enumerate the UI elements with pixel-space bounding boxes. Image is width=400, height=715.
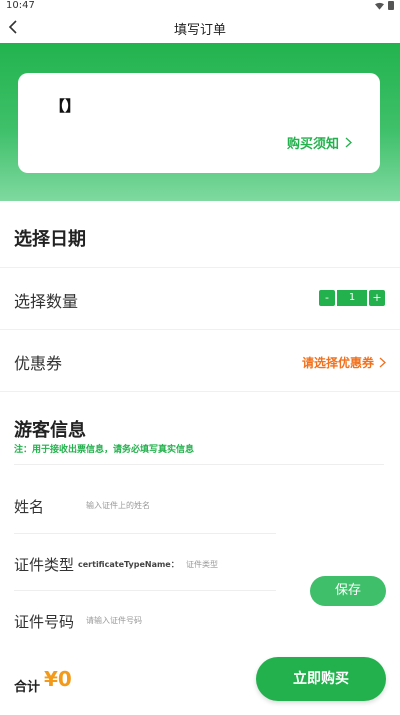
product-title: 【】 <box>50 97 81 115</box>
name-label: 姓名 <box>14 498 45 516</box>
quantity-label: 选择数量 <box>14 292 79 311</box>
date-section-title: 选择日期 <box>14 229 86 250</box>
quantity-value[interactable]: 1 <box>337 290 367 306</box>
save-button[interactable]: 保存 <box>310 576 386 606</box>
minus-button[interactable]: - <box>319 290 335 306</box>
purchase-notice-link[interactable]: 购买须知 <box>287 133 352 152</box>
id-number-label: 证件号码 <box>14 613 75 631</box>
divider <box>14 464 384 465</box>
select-coupon-label: 请选择优惠券 <box>301 356 374 370</box>
date-section[interactable]: 选择日期 <box>0 201 400 268</box>
id-type-label: 证件类型 <box>14 556 75 574</box>
select-coupon-link[interactable]: 请选择优惠券 <box>302 354 386 371</box>
coupon-label: 优惠券 <box>14 354 63 373</box>
chevron-right-icon <box>379 357 386 368</box>
plus-button[interactable]: + <box>369 290 385 306</box>
hero-banner: 【】 购买须知 <box>0 43 400 201</box>
total-price: ¥0 <box>44 667 72 691</box>
divider <box>14 590 276 591</box>
checkout-footer: 合计 ¥0 立即购买 <box>0 645 400 715</box>
status-icons <box>375 1 394 10</box>
page-title: 填写订单 <box>173 23 226 38</box>
name-input[interactable]: 输入证件上的姓名 <box>86 500 150 511</box>
chevron-right-icon <box>345 137 352 148</box>
nav-bar: 填写订单 <box>0 12 400 43</box>
tourist-info-section: 游客信息 注：用于接收出票信息，请务必填写真实信息 姓名 输入证件上的姓名 证件… <box>0 392 400 631</box>
purchase-notice-label: 购买须知 <box>286 137 339 152</box>
quantity-row: 选择数量 - 1 + <box>0 268 400 330</box>
divider <box>14 533 276 534</box>
status-bar: 10:47 <box>0 0 400 12</box>
product-card: 【】 购买须知 <box>18 73 380 173</box>
buy-now-button[interactable]: 立即购买 <box>256 657 386 701</box>
status-time: 10:47 <box>6 0 35 11</box>
quantity-stepper: - 1 + <box>319 290 385 306</box>
wifi-icon <box>375 2 384 10</box>
id-number-input[interactable]: 请输入证件号码 <box>86 615 142 626</box>
id-type-key: certificateTypeName： <box>78 560 179 569</box>
coupon-row[interactable]: 优惠券 请选择优惠券 <box>0 330 400 392</box>
total-label: 合计 <box>14 680 41 695</box>
tourist-note: 注：用于接收出票信息，请务必填写真实信息 <box>14 445 195 455</box>
battery-icon <box>388 1 394 10</box>
tourist-section-title: 游客信息 <box>14 420 86 441</box>
id-type-select[interactable]: 证件类型 <box>186 559 218 570</box>
